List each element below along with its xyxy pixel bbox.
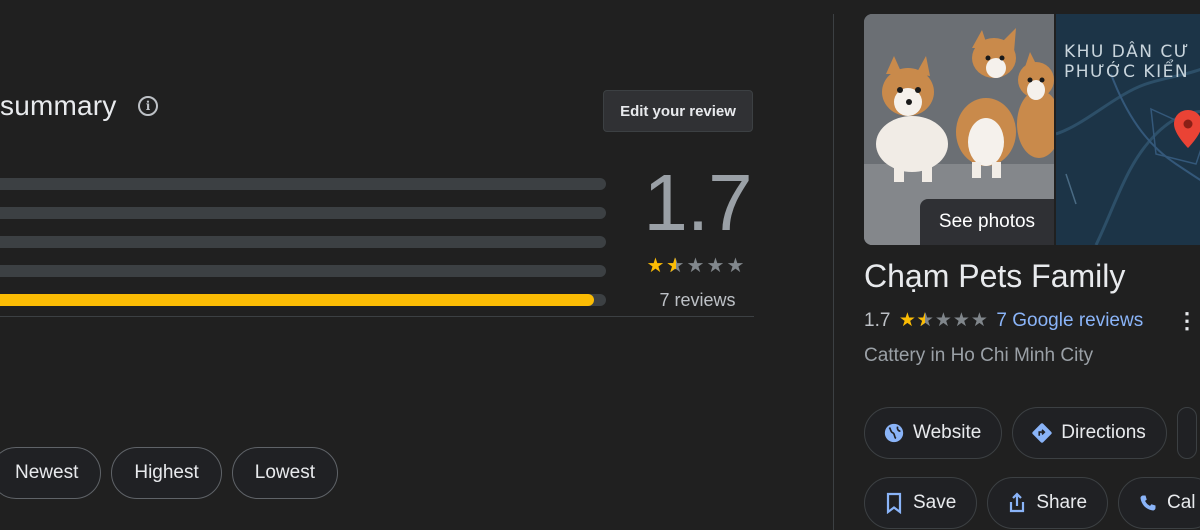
star-icon: ★ — [898, 310, 916, 331]
share-label: Share — [1036, 492, 1088, 513]
call-label: Cal — [1167, 492, 1196, 513]
star-icon: ★ — [646, 255, 665, 277]
reviews-page: summary i Edit your review 1.7 ★ ★ ★ ★ ★… — [0, 0, 1200, 530]
google-reviews-link[interactable]: 7 Google reviews — [996, 310, 1143, 332]
star-icon: ★ — [706, 255, 725, 277]
star-icon: ★ — [726, 255, 745, 277]
average-rating: 1.7 — [643, 158, 752, 247]
phone-icon — [1137, 492, 1159, 514]
rating-bar-5 — [0, 178, 606, 190]
sort-lowest-chip[interactable]: Lowest — [231, 447, 338, 499]
directions-icon — [1031, 422, 1053, 444]
star-rating: ★ ★ ★ ★ ★ — [646, 256, 745, 276]
star-rating: ★ ★ ★ ★ ★ — [898, 310, 988, 332]
save-button[interactable]: Save — [864, 477, 978, 529]
sort-newest-chip[interactable]: Newest — [0, 447, 102, 499]
half-star-icon: ★ — [916, 311, 934, 332]
action-buttons-row: Website Directions — [864, 407, 1197, 459]
action-buttons-row: Save Share Cal — [864, 477, 1200, 529]
bookmark-icon — [883, 492, 905, 514]
save-label: Save — [913, 492, 957, 513]
map-label: PHƯỚC KIỂN — [1064, 62, 1190, 82]
reviews-count[interactable]: 7 reviews — [640, 290, 755, 311]
place-title: Chạm Pets Family — [864, 258, 1126, 294]
half-star-icon: ★ — [666, 256, 685, 276]
star-icon: ★ — [934, 310, 952, 331]
place-photo[interactable]: See photos — [864, 14, 1054, 245]
star-icon: ★ — [970, 310, 988, 331]
share-button[interactable]: Share — [987, 477, 1109, 529]
rating-distribution — [0, 178, 606, 323]
place-rating-value: 1.7 — [864, 310, 891, 331]
divider — [0, 316, 754, 317]
place-rating-row: 1.7 ★ ★ ★ ★ ★ 7 Google reviews — [864, 310, 1143, 332]
star-icon: ★ — [686, 255, 705, 277]
map-preview[interactable]: KHU DÂN CƯ PHƯỚC KIỂN — [1056, 14, 1200, 245]
call-button[interactable]: Cal — [1118, 477, 1200, 529]
location-pin-icon — [1174, 110, 1200, 148]
directions-label: Directions — [1061, 422, 1146, 443]
more-actions-button[interactable] — [1176, 407, 1197, 459]
place-category: Cattery in Ho Chi Minh City — [864, 345, 1094, 366]
rating-bar-1 — [0, 294, 606, 306]
edit-review-button[interactable]: Edit your review — [603, 90, 753, 132]
website-button[interactable]: Website — [864, 407, 1003, 459]
column-divider — [833, 14, 834, 530]
rating-bar-2 — [0, 265, 606, 277]
see-photos-button[interactable]: See photos — [920, 199, 1054, 245]
website-label: Website — [913, 422, 982, 443]
directions-button[interactable]: Directions — [1012, 407, 1167, 459]
share-icon — [1006, 492, 1028, 514]
more-options-icon[interactable]: ⋮ — [1176, 310, 1198, 334]
star-icon: ★ — [952, 310, 970, 331]
rating-bar-fill — [0, 294, 594, 306]
rating-bar-4 — [0, 207, 606, 219]
review-sort-chips: Newest Highest Lowest — [0, 447, 338, 499]
sort-highest-chip[interactable]: Highest — [111, 447, 222, 499]
rating-bar-3 — [0, 236, 606, 248]
map-label: KHU DÂN CƯ — [1064, 42, 1190, 62]
globe-icon — [883, 422, 905, 444]
review-summary-title: summary — [0, 90, 117, 121]
info-icon[interactable]: i — [138, 96, 158, 116]
